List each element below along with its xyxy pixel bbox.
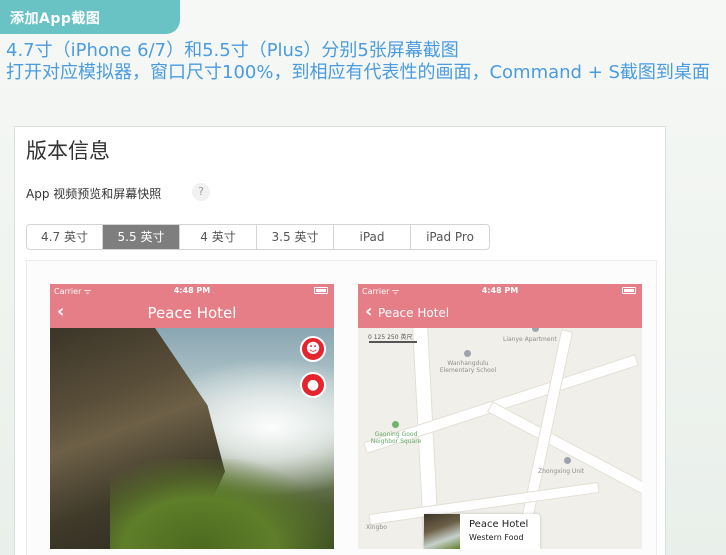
screenshots-section-label: App 视频预览和屏幕快照 <box>26 187 162 201</box>
map-label-lianye: Lianye Apartment <box>503 336 557 343</box>
callout-subtitle: Western Food <box>469 533 524 542</box>
map-label-square: Gaoning Good Neighbor Square <box>370 431 422 445</box>
map-poi-icon <box>564 457 571 464</box>
nav-title: Peace Hotel <box>147 304 237 322</box>
status-bar: Carrier ᯤ 4:48 PM <box>50 284 334 298</box>
map-poi-icon <box>532 328 539 332</box>
tab-4-inch[interactable]: 4 英寸 <box>180 225 257 249</box>
map-scale-bar <box>369 341 417 343</box>
map-view: 0 125 250 英尺 Lianye Apartment Wanhangdul… <box>358 328 642 549</box>
map-label-bottom: Xingbo <box>366 524 387 531</box>
headline-line-1: 4.7寸（iPhone 6/7）和5.5寸（Plus）分别5张屏幕截图 <box>6 40 459 61</box>
callout-thumbnail <box>424 514 460 549</box>
photo-grass <box>110 459 334 549</box>
hotel-photo: ☻ ● <box>50 328 334 549</box>
help-icon[interactable]: ? <box>192 183 210 201</box>
screenshot-drop-area[interactable]: Carrier ᯤ 4:48 PM ‹ Peace Hotel ☻ ● Carr… <box>26 260 657 555</box>
back-chevron-icon: ‹ <box>365 301 373 322</box>
tab-ipad-pro[interactable]: iPad Pro <box>411 225 489 249</box>
status-bar: Carrier ᯤ 4:48 PM <box>358 284 642 298</box>
page: 添加App截图 4.7寸（iPhone 6/7）和5.5寸（Plus）分别5张屏… <box>0 0 726 555</box>
battery-icon <box>314 287 328 294</box>
nav-title: Peace Hotel <box>378 306 450 320</box>
smile-icon: ☻ <box>300 336 326 362</box>
screenshot-1[interactable]: Carrier ᯤ 4:48 PM ‹ Peace Hotel ☻ ● <box>50 284 334 549</box>
callout-title: Peace Hotel <box>469 519 529 530</box>
section-tag: 添加App截图 <box>0 0 180 34</box>
tab-4-7-inch[interactable]: 4.7 英寸 <box>27 225 103 249</box>
map-pin-icon: ● <box>300 372 326 398</box>
map-label-unit: Zhongxing Unit <box>538 468 585 475</box>
map-poi-icon <box>464 350 471 357</box>
hotel-callout: Peace Hotel Western Food <box>424 514 540 549</box>
status-time: 4:48 PM <box>481 286 519 295</box>
map-scale-labels: 0 125 250 英尺 <box>368 334 413 341</box>
version-info-card: 版本信息 App 视频预览和屏幕快照 ? 4.7 英寸 5.5 英寸 4 英寸 … <box>14 126 666 555</box>
headline-line-2: 打开对应模拟器，窗口尺寸100%，到相应有代表性的画面，Command + S截… <box>6 62 710 83</box>
battery-icon <box>622 287 636 294</box>
tab-5-5-inch[interactable]: 5.5 英寸 <box>103 225 180 249</box>
nav-bar: ‹ Peace Hotel <box>358 298 642 328</box>
status-time: 4:48 PM <box>173 286 211 295</box>
nav-bar: ‹ Peace Hotel <box>50 298 334 328</box>
device-size-tabs: 4.7 英寸 5.5 英寸 4 英寸 3.5 英寸 iPad iPad Pro <box>26 224 490 250</box>
card-title: 版本信息 <box>26 139 110 163</box>
map-label-school: Wanhangdulu Elementary School <box>439 360 497 374</box>
tab-ipad[interactable]: iPad <box>334 225 411 249</box>
map-park-icon <box>392 421 399 428</box>
tab-3-5-inch[interactable]: 3.5 英寸 <box>257 225 334 249</box>
section-tag-label: 添加App截图 <box>10 11 101 27</box>
screenshot-2[interactable]: Carrier ᯤ 4:48 PM ‹ Peace Hotel 0 125 25… <box>358 284 642 549</box>
